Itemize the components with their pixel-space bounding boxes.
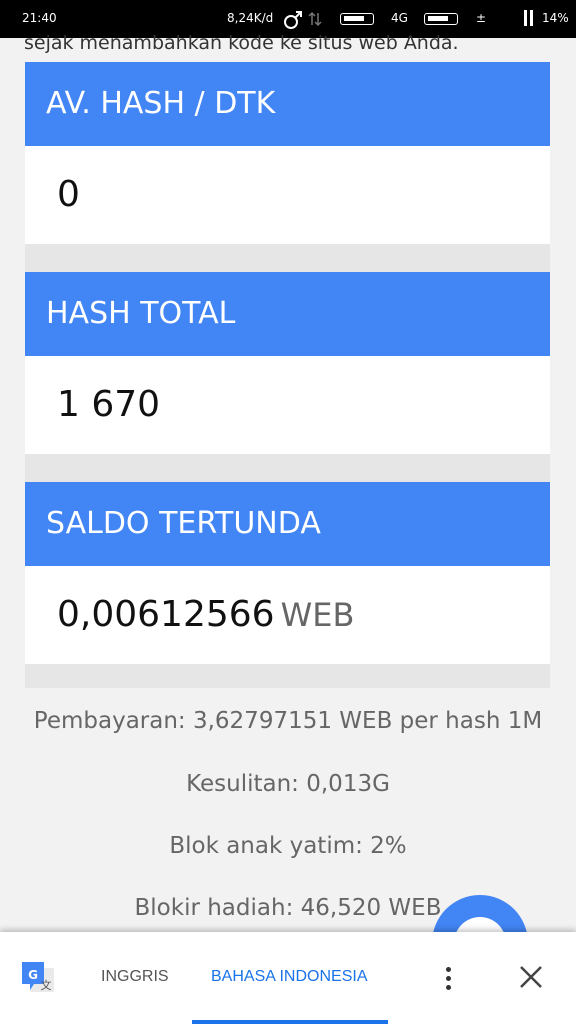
svg-text:G: G	[28, 968, 38, 982]
difficulty: Kesulitan: 0,013G	[186, 771, 390, 797]
pending-balance-number: 0,00612566	[57, 594, 275, 635]
tab-target-language[interactable]: BAHASA INDONESIA	[211, 968, 368, 986]
orphan-blocks: Blok anak yatim: 2%	[169, 833, 407, 859]
data-transfer-icon	[308, 11, 322, 27]
signal-icon	[530, 10, 533, 26]
hash-total-number: 1 670	[57, 384, 161, 425]
plus-minus-indicator: ±	[476, 11, 487, 25]
pending-balance-header: SALDO TERTUNDA	[25, 482, 550, 566]
battery-icon	[340, 13, 374, 25]
signal-icon	[524, 10, 527, 26]
tab-source-language[interactable]: INGGRIS	[101, 968, 169, 986]
translate-bar: G 文 INGGRIS BAHASA INDONESIA	[0, 932, 576, 1024]
hash-total-value: 1 670	[25, 356, 550, 454]
hash-total-header: HASH TOTAL	[25, 272, 550, 356]
payout-rate: Pembayaran: 3,62797151 WEB per hash 1M	[33, 708, 543, 734]
svg-text:文: 文	[41, 978, 52, 992]
hash-rate-number: 0	[57, 174, 80, 215]
battery-percent: 14%	[542, 11, 569, 25]
clock: 21:40	[22, 11, 57, 25]
selected-tab-indicator	[192, 1020, 388, 1024]
google-translate-icon: G 文	[22, 962, 54, 992]
more-options-icon[interactable]	[440, 964, 456, 994]
divider	[25, 454, 550, 482]
battery-icon	[424, 13, 458, 25]
net-speed: 8,24K/d	[227, 11, 274, 25]
pending-balance-unit: WEB	[280, 596, 355, 634]
pending-balance-value: 0,00612566 WEB	[25, 566, 550, 664]
divider	[25, 244, 550, 272]
close-icon[interactable]	[516, 962, 546, 992]
divider	[25, 664, 550, 688]
male-symbol-icon	[284, 11, 302, 29]
hash-rate-value: 0	[25, 146, 550, 244]
intro-text: sejak menambahkan kode ke situs web Anda…	[24, 32, 459, 54]
hash-rate-header: AV. HASH / DTK	[25, 62, 550, 146]
network-type: 4G	[391, 11, 408, 25]
